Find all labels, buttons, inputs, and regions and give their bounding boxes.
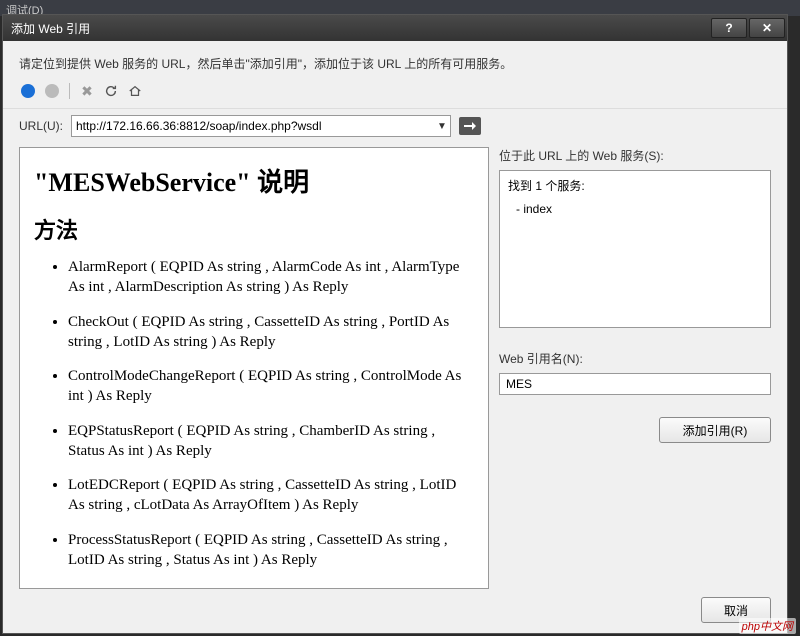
right-column: 位于此 URL 上的 Web 服务(S): 找到 1 个服务: - index …: [499, 147, 771, 589]
reference-name-label: Web 引用名(N):: [499, 350, 771, 367]
method-item: CheckOut ( EQPID As string , CassetteID …: [68, 312, 474, 353]
main-area: "MESWebService" 说明 方法 AlarmReport ( EQPI…: [3, 147, 787, 589]
method-list: AlarmReport ( EQPID As string , AlarmCod…: [34, 257, 474, 570]
forward-icon: [43, 82, 61, 100]
method-item: LotEDCReport ( EQPID As string , Cassett…: [68, 475, 474, 516]
close-button[interactable]: ✕: [749, 18, 785, 38]
url-input[interactable]: [72, 116, 434, 136]
method-item: ControlModeChangeReport ( EQPID As strin…: [68, 366, 474, 407]
url-label: URL(U):: [19, 119, 63, 133]
service-item[interactable]: - index: [508, 200, 762, 218]
help-button[interactable]: ?: [711, 18, 747, 38]
toolbar-separator: [69, 83, 70, 99]
service-description-pane[interactable]: "MESWebService" 说明 方法 AlarmReport ( EQPI…: [19, 147, 489, 589]
method-item: EQPStatusReport ( EQPID As string , Cham…: [68, 421, 474, 462]
services-found-text: 找到 1 个服务:: [508, 177, 762, 194]
titlebar: 添加 Web 引用 ? ✕: [3, 15, 787, 41]
browser-toolbar: ✖: [3, 78, 787, 109]
reference-name-input[interactable]: [499, 373, 771, 395]
home-icon[interactable]: [126, 82, 144, 100]
go-button[interactable]: [459, 117, 481, 135]
methods-heading: 方法: [34, 213, 474, 245]
stop-icon[interactable]: ✖: [78, 82, 96, 100]
refresh-icon[interactable]: [102, 82, 120, 100]
add-reference-label: 添加引用(R): [683, 422, 748, 439]
method-item: AlarmReport ( EQPID As string , AlarmCod…: [68, 257, 474, 298]
watermark: php中文网: [739, 618, 796, 634]
service-title: "MESWebService" 说明: [34, 162, 474, 199]
add-reference-button[interactable]: 添加引用(R): [659, 417, 771, 443]
instruction-text: 请定位到提供 Web 服务的 URL，然后单击"添加引用"，添加位于该 URL …: [3, 41, 787, 78]
cancel-label: 取消: [724, 602, 748, 619]
method-item: ProcessStatusReport ( EQPID As string , …: [68, 530, 474, 571]
dialog-footer: 取消: [3, 589, 787, 633]
services-label: 位于此 URL 上的 Web 服务(S):: [499, 147, 771, 164]
url-row: URL(U): ▼: [3, 109, 787, 147]
chevron-down-icon[interactable]: ▼: [434, 121, 450, 132]
add-web-reference-dialog: 添加 Web 引用 ? ✕ 请定位到提供 Web 服务的 URL，然后单击"添加…: [2, 14, 788, 634]
url-combobox[interactable]: ▼: [71, 115, 451, 137]
services-listbox[interactable]: 找到 1 个服务: - index: [499, 170, 771, 328]
back-icon[interactable]: [19, 82, 37, 100]
dialog-title: 添加 Web 引用: [11, 20, 90, 37]
